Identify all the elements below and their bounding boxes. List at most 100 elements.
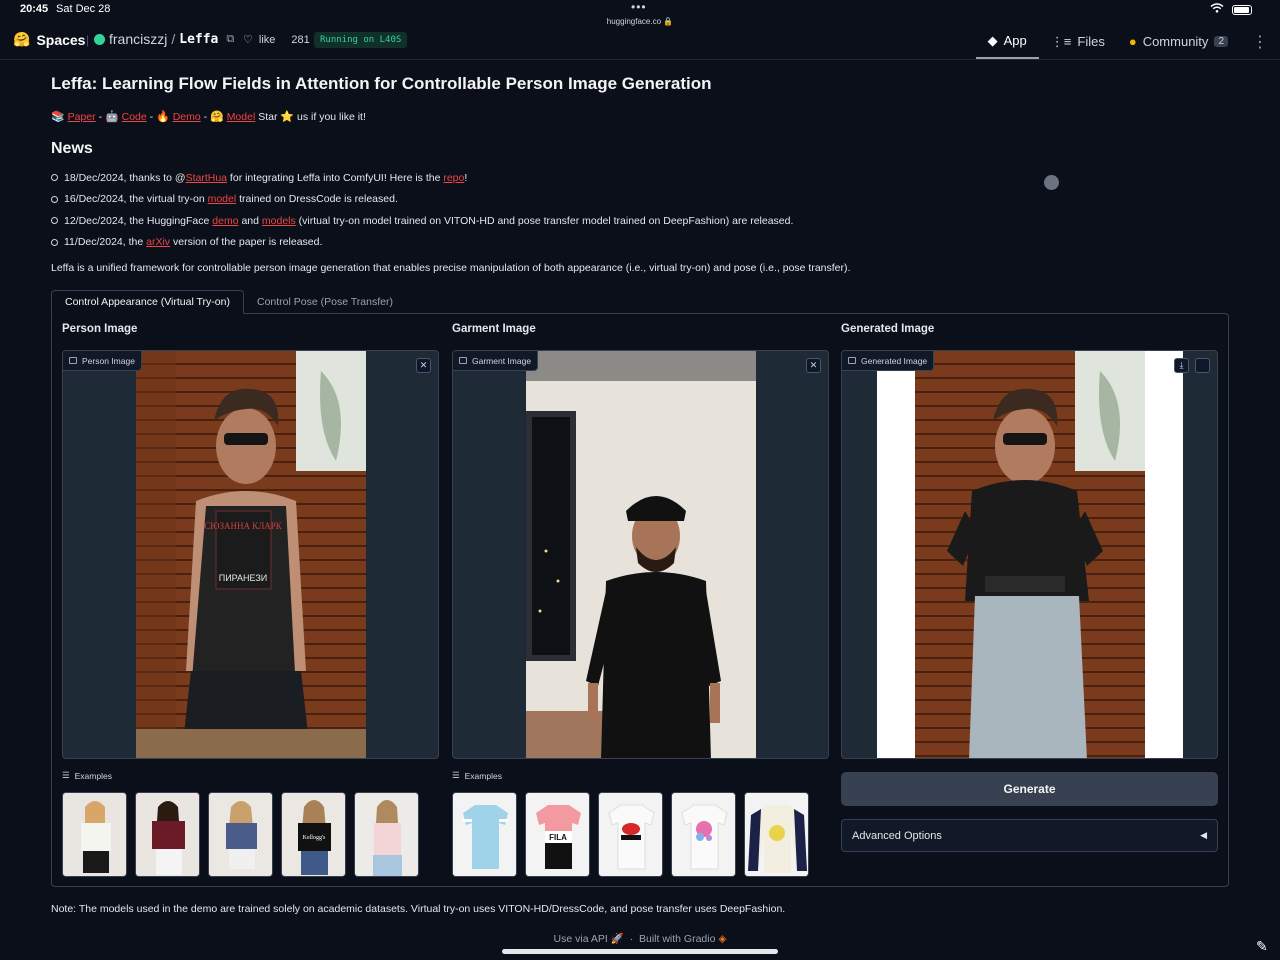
news-text: 16/Dec/2024, the virtual try-on	[64, 193, 208, 206]
like-count: 281	[291, 33, 310, 46]
hf-header: 🤗 Spaces | franciszzj / Leffa ⧉ ♡ like 2…	[0, 24, 1280, 60]
repo-owner-link[interactable]: franciszzj	[109, 31, 167, 47]
person-example-4[interactable]: Kellogg's	[281, 792, 346, 877]
caret-left-icon: ◀	[1200, 830, 1207, 840]
tryon-panel: Person Image Person Image ✕ СЮЗАННА КЛАР…	[51, 313, 1229, 887]
pointer-cursor	[1044, 175, 1059, 190]
starthua-link[interactable]: StartHua	[186, 172, 227, 184]
like-button[interactable]: ♡ like 281	[243, 33, 310, 47]
space-nav: ◆ App ⋮≡ Files ● Community 2 ⋮	[975, 24, 1280, 60]
hf-logo-icon: 🤗	[13, 31, 31, 47]
news-text: (virtual try-on model trained on VITON-H…	[295, 214, 794, 227]
garment-photo	[526, 351, 756, 758]
image-icon	[848, 357, 856, 364]
hf-demo-link[interactable]: demo	[212, 215, 238, 227]
news-text: version of the paper is released.	[170, 236, 323, 249]
multitask-dots-icon[interactable]: •••	[631, 0, 647, 14]
use-via-api-link[interactable]: Use via API 🚀	[554, 933, 624, 945]
home-indicator[interactable]	[502, 949, 778, 954]
garment-example-4[interactable]	[671, 792, 736, 877]
garment-example-3[interactable]	[598, 792, 663, 877]
copy-icon[interactable]: ⧉	[226, 33, 234, 46]
garment-image-upload[interactable]: Garment Image ✕	[452, 350, 829, 759]
news-item: 16/Dec/2024, the virtual try-on model tr…	[51, 189, 793, 211]
garment-examples-gallery: FILA	[452, 792, 809, 877]
built-with-gradio-link[interactable]: Built with Gradio ◈	[639, 933, 726, 945]
tab-community[interactable]: ● Community 2	[1117, 24, 1240, 59]
list-icon: ☰	[452, 770, 460, 780]
repo-link[interactable]: repo	[443, 172, 464, 184]
tab-pose-transfer[interactable]: Control Pose (Pose Transfer)	[244, 290, 406, 314]
clear-garment-image-button[interactable]: ✕	[806, 358, 821, 373]
repo-name-link[interactable]: Leffa	[179, 32, 218, 47]
description: Leffa is a unified framework for control…	[51, 262, 851, 274]
books-icon: 📚	[51, 111, 65, 123]
person-photo: СЮЗАННА КЛАРК ПИРАНЕЗИ	[136, 351, 366, 758]
more-menu-icon[interactable]: ⋮	[1240, 24, 1280, 60]
spaces-link[interactable]: 🤗 Spaces	[13, 31, 85, 48]
arxiv-link[interactable]: arXiv	[146, 236, 170, 248]
running-status-badge[interactable]: Running on L40S	[314, 32, 408, 48]
examples-label-text: Examples	[74, 770, 112, 781]
person-example-3[interactable]	[208, 792, 273, 877]
tab-virtual-try-on[interactable]: Control Appearance (Virtual Try-on)	[51, 290, 244, 314]
status-date: Sat Dec 28	[56, 3, 111, 15]
tab-files[interactable]: ⋮≡ Files	[1039, 24, 1117, 59]
demo-link[interactable]: Demo	[173, 111, 201, 123]
header-divider: |	[86, 33, 90, 47]
person-example-1[interactable]	[62, 792, 127, 877]
status-time: 20:45	[20, 3, 49, 15]
advanced-options-accordion[interactable]: Advanced Options ◀	[841, 819, 1218, 852]
person-examples-label: ☰ Examples	[62, 770, 112, 781]
tab-files-label: Files	[1077, 34, 1105, 49]
tab-app[interactable]: ◆ App	[975, 24, 1039, 59]
person-example-2[interactable]	[135, 792, 200, 877]
dresscode-model-link[interactable]: model	[208, 193, 237, 205]
model-link[interactable]: Model	[227, 111, 256, 123]
generate-button[interactable]: Generate	[841, 772, 1218, 806]
star-icon: ⭐	[280, 111, 295, 123]
news-item: 11/Dec/2024, the arXiv version of the pa…	[51, 232, 793, 254]
star-suffix-text: us if you like it!	[297, 111, 366, 123]
garment-example-2[interactable]: FILA	[525, 792, 590, 877]
news-text: 12/Dec/2024, the HuggingFace	[64, 214, 213, 227]
generated-image-output: Generated Image ⤓	[841, 350, 1218, 759]
person-image-upload[interactable]: Person Image ✕ СЮЗАННА КЛАРК ПИРАНЕЗИ	[62, 350, 439, 759]
generated-image-tag-text: Generated Image	[861, 355, 928, 366]
resource-links: 📚 Paper - 🤖 Code - 🔥 Demo - 🤗 Model Star…	[51, 111, 366, 123]
app-icon: ◆	[987, 32, 998, 48]
garment-example-5[interactable]	[744, 792, 809, 877]
like-label: like	[258, 33, 276, 46]
gradio-logo-icon: ◈	[718, 933, 727, 945]
heart-icon: ♡	[243, 34, 253, 46]
fullscreen-icon[interactable]	[1195, 358, 1210, 373]
hf-models-link[interactable]: models	[262, 215, 296, 227]
generated-photo	[877, 351, 1183, 758]
status-bar: 20:45 Sat Dec 28 ••• huggingface.co 🔒	[0, 0, 1280, 26]
footer: Use via API 🚀 · Built with Gradio ◈	[553, 933, 727, 945]
download-icon[interactable]: ⤓	[1174, 358, 1189, 373]
shirt-text-2: FILA	[549, 833, 567, 842]
list-icon: ☰	[62, 770, 70, 780]
running-status-text: Running on L40S	[320, 35, 402, 45]
code-link[interactable]: Code	[122, 111, 147, 123]
mode-tabs: Control Appearance (Virtual Try-on) Cont…	[51, 290, 406, 314]
news-text: !	[464, 171, 468, 184]
advanced-options-label: Advanced Options	[852, 829, 942, 842]
tab-app-label: App	[1003, 33, 1027, 48]
image-icon	[69, 357, 77, 364]
pencil-icon[interactable]: ✎	[1256, 938, 1268, 955]
examples-label-text: Examples	[464, 770, 502, 781]
news-text: trained on DressCode is released.	[236, 193, 398, 206]
spaces-label: Spaces	[36, 31, 86, 48]
garment-example-1[interactable]	[452, 792, 517, 877]
paper-link[interactable]: Paper	[68, 111, 96, 123]
image-icon	[459, 357, 467, 364]
clear-person-image-button[interactable]: ✕	[416, 358, 431, 373]
community-count-badge: 2	[1214, 36, 1228, 47]
person-example-5[interactable]	[354, 792, 419, 877]
tab-community-label: Community	[1142, 34, 1209, 49]
robot-icon: 🤖	[105, 111, 119, 123]
fire-icon: 🔥	[156, 111, 170, 123]
note-text: Note: The models used in the demo are tr…	[51, 903, 786, 915]
